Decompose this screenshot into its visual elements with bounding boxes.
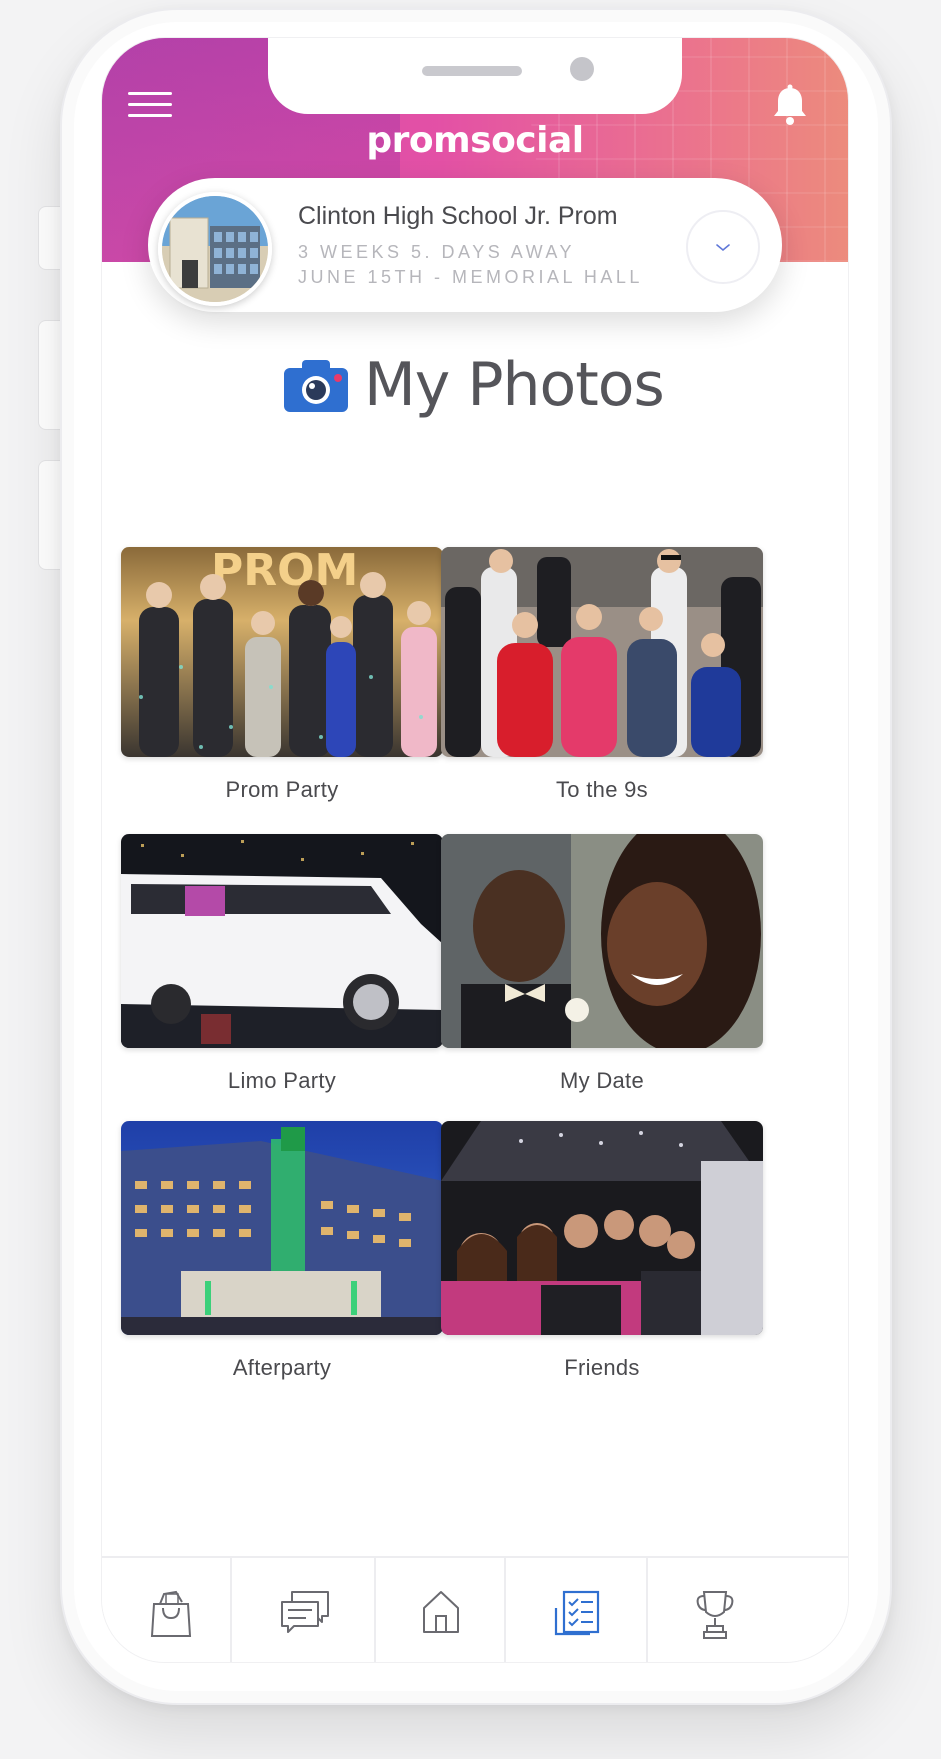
nav-tab-checklist[interactable] xyxy=(506,1558,648,1662)
album-thumbnail xyxy=(121,834,443,1048)
phone-notch xyxy=(268,38,682,114)
bottom-navigation xyxy=(102,1556,848,1662)
trophy-icon xyxy=(696,1591,734,1639)
album-thumbnail: PROM xyxy=(121,547,443,757)
album-thumbnail xyxy=(121,1121,443,1335)
album-label: To the 9s xyxy=(556,777,648,802)
nav-tab-shop[interactable] xyxy=(102,1558,232,1662)
brand-logo: promsocial xyxy=(366,120,584,161)
event-countdown: 3 WEEKS 5. DAYS AWAY xyxy=(298,242,576,262)
earpiece-speaker xyxy=(422,66,522,76)
svg-text:PROM: PROM xyxy=(211,547,358,596)
event-dropdown-button[interactable] xyxy=(686,210,760,284)
page-title: My Photos xyxy=(364,350,665,420)
front-camera xyxy=(570,57,594,81)
album-to-the-9s[interactable]: To the 9s xyxy=(441,547,763,803)
app-screen: promsocial Clinton High School Jr. Prom xyxy=(101,37,849,1663)
album-afterparty[interactable]: Afterparty xyxy=(121,1121,443,1381)
album-thumbnail xyxy=(441,1121,763,1335)
hamburger-menu-icon[interactable] xyxy=(128,92,172,118)
album-limo-party[interactable]: Limo Party xyxy=(121,834,443,1094)
event-date-location: JUNE 15TH - MEMORIAL HALL xyxy=(298,267,643,287)
shopping-bag-icon xyxy=(150,1590,192,1637)
album-label: Prom Party xyxy=(225,777,339,802)
album-label: My Date xyxy=(559,1068,644,1093)
event-title: Clinton High School Jr. Prom xyxy=(298,202,618,230)
chat-bubbles-icon xyxy=(281,1591,329,1633)
nav-tab-awards[interactable] xyxy=(648,1558,848,1662)
section-header: My Photos xyxy=(102,350,848,430)
album-label: Afterparty xyxy=(232,1355,332,1380)
event-selector-card[interactable]: Clinton High School Jr. Prom 3 WEEKS 5. … xyxy=(148,178,782,312)
album-label: Limo Party xyxy=(227,1068,337,1093)
album-friends[interactable]: Friends xyxy=(441,1121,763,1381)
album-label: Friends xyxy=(564,1355,640,1380)
checklist-icon xyxy=(554,1590,600,1636)
camera-icon xyxy=(284,360,348,412)
chevron-down-icon xyxy=(716,244,730,252)
album-prom-party[interactable]: PROM Prom Party xyxy=(121,547,443,803)
school-avatar xyxy=(158,192,272,306)
nav-tab-messages[interactable] xyxy=(232,1558,376,1662)
home-icon xyxy=(423,1591,459,1633)
nav-tab-home[interactable] xyxy=(376,1558,506,1662)
device-stage: promsocial Clinton High School Jr. Prom xyxy=(0,0,941,1759)
album-thumbnail xyxy=(441,547,763,757)
album-thumbnail xyxy=(441,834,763,1048)
album-my-date[interactable]: My Date xyxy=(441,834,763,1094)
